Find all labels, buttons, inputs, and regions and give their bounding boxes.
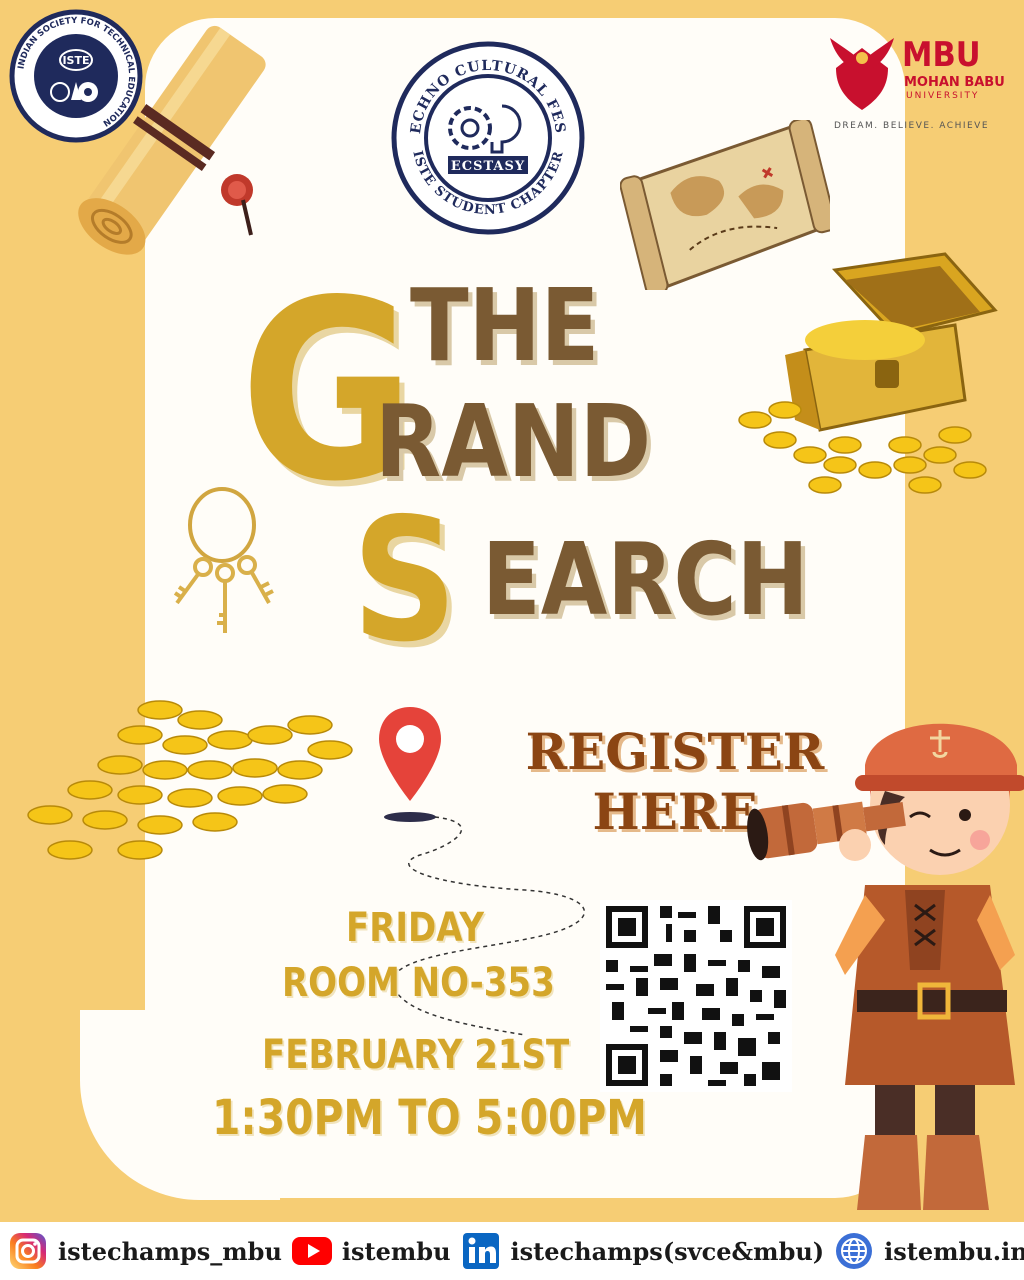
youtube-handle: istembu [341,1236,451,1266]
gold-coins-illustration [27,700,353,860]
instagram-handle: istechamps_mbu [58,1236,282,1266]
globe-icon [832,1229,876,1273]
mbu-line2: UNIVERSITY [906,91,980,101]
social-website[interactable]: istembu.in [832,1229,1024,1273]
event-room: ROOM NO-353 [282,960,555,1006]
ecstasy-logo: TECHNO CULTURAL FEST ISTE STUDENT CHAPTE… [390,40,585,235]
event-date: FEBRUARY 21ST [262,1032,570,1078]
social-linkedin[interactable]: istechamps(svce&mbu) [459,1229,825,1273]
headline-rand: RAND [375,383,652,500]
social-youtube[interactable]: istembu [290,1229,451,1273]
ecstasy-name: ECSTASY [451,159,525,174]
headline-earch: EARCH [482,521,809,638]
instagram-icon [6,1229,50,1273]
treasure-chest-illustration [738,252,998,494]
mbu-eagle-icon [830,38,894,110]
mbu-abbr: MBU [902,35,981,75]
mbu-logo: MBU MOHAN BABU UNIVERSITY DREAM. BELIEVE… [826,28,1016,138]
mbu-tagline: DREAM. BELIEVE. ACHIEVE [834,121,990,131]
event-day: FRIDAY [346,905,484,951]
event-time: 1:30PM TO 5:00PM [212,1090,647,1146]
headline-the: THE [410,267,600,384]
registration-qr-code[interactable] [600,900,792,1092]
scroll-illustration [78,25,266,255]
website-url: istembu.in [884,1236,1024,1266]
social-media-bar: istechamps_mbu istembu istechamps(svce&m… [0,1222,1024,1280]
linkedin-icon [459,1229,503,1273]
mbu-line1: MOHAN BABU [904,75,1005,90]
youtube-icon [290,1229,334,1273]
headline-letter-s: S [352,482,458,680]
social-instagram[interactable]: istechamps_mbu [6,1229,282,1273]
linkedin-handle: istechamps(svce&mbu) [510,1236,825,1266]
